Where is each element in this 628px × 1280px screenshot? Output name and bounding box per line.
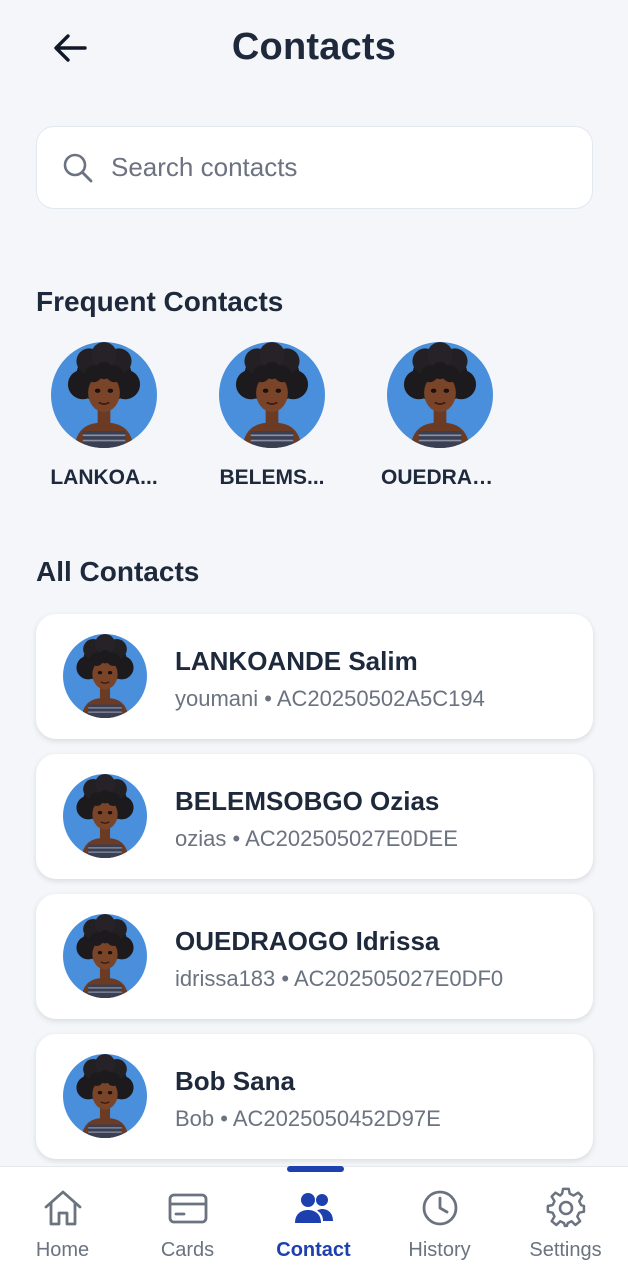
nav-label: Contact (276, 1239, 351, 1261)
nav-home[interactable]: Home (0, 1167, 125, 1280)
all-contacts-title: All Contacts (36, 556, 200, 587)
contact-row[interactable]: Bob Sana Bob • AC2025050452D97E (36, 1034, 593, 1159)
search-icon (63, 153, 93, 182)
contact-row[interactable]: OUEDRAOGO Idrissa idrissa183 • AC2025050… (36, 894, 593, 1019)
card-icon (168, 1193, 208, 1224)
nav-label: History (408, 1239, 471, 1261)
frequent-contact-item[interactable]: LANKOA... (34, 342, 174, 490)
avatar (63, 634, 147, 718)
bottom-navigation: Home Cards Contact History Settings (0, 1166, 628, 1280)
contact-name: OUEDRAOGO Idrissa (175, 926, 440, 956)
nav-contact[interactable]: Contact (251, 1167, 376, 1280)
avatar (51, 342, 157, 448)
contact-details: Bob • AC2025050452D97E (175, 1106, 441, 1131)
avatar (219, 342, 325, 448)
nav-label: Settings (529, 1239, 602, 1261)
nav-label: Home (35, 1239, 90, 1261)
nav-label: Cards (160, 1239, 215, 1261)
contact-row[interactable]: LANKOANDE Salim youmani • AC20250502A5C1… (36, 614, 593, 739)
clock-icon (422, 1190, 458, 1226)
avatar (63, 774, 147, 858)
frequent-contacts-list: LANKOA... BELEMS... OUEDRAO... (36, 342, 596, 502)
frequent-contact-name: OUEDRAO... (381, 466, 499, 489)
home-icon (44, 1190, 82, 1226)
search-bar[interactable] (36, 126, 593, 209)
frequent-contact-name: BELEMS... (219, 466, 325, 489)
contact-name: LANKOANDE Salim (175, 646, 418, 676)
frequent-contacts-title: Frequent Contacts (36, 286, 284, 317)
frequent-contact-item[interactable]: BELEMS... (202, 342, 342, 490)
contact-details: idrissa183 • AC202505027E0DF0 (175, 966, 504, 991)
page-title: Contacts (231, 26, 397, 68)
contact-details: ozias • AC202505027E0DEE (175, 826, 458, 851)
active-tab-indicator (287, 1166, 344, 1172)
contact-name: BELEMSOBGO Ozias (175, 786, 440, 816)
contact-details: youmani • AC20250502A5C194 (175, 686, 485, 711)
nav-cards[interactable]: Cards (125, 1167, 250, 1280)
nav-history[interactable]: History (377, 1167, 502, 1280)
contacts-icon (295, 1193, 333, 1223)
frequent-contact-item[interactable]: OUEDRAO... (370, 342, 510, 490)
avatar (387, 342, 493, 448)
search-input[interactable] (111, 152, 551, 183)
contact-name: Bob Sana (175, 1066, 295, 1096)
app-header: Contacts (0, 0, 628, 100)
avatar (63, 1054, 147, 1138)
frequent-contact-name: LANKOA... (50, 466, 158, 489)
contact-row[interactable]: BELEMSOBGO Ozias ozias • AC202505027E0DE… (36, 754, 593, 879)
avatar (63, 914, 147, 998)
nav-settings[interactable]: Settings (503, 1167, 628, 1280)
gear-icon (546, 1187, 586, 1228)
